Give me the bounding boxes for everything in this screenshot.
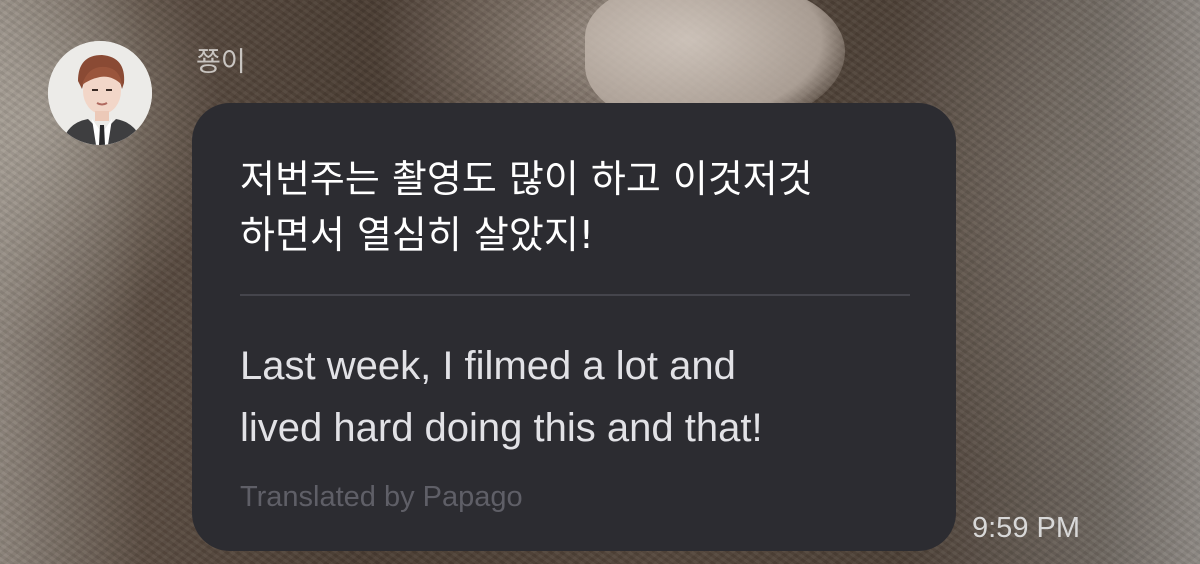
message-bubble[interactable]: 저번주는 촬영도 많이 하고 이것저것 하면서 열심히 살았지! Last we…: [192, 103, 956, 551]
translation-credit: Translated by Papago: [240, 481, 523, 513]
profile-photo-icon: [48, 41, 152, 145]
message-timestamp: 9:59 PM: [972, 512, 1080, 544]
message-original-text: 저번주는 촬영도 많이 하고 이것저것 하면서 열심히 살았지!: [240, 157, 813, 257]
sender-avatar[interactable]: [48, 41, 152, 145]
translation-divider: [240, 294, 910, 296]
sender-name: 쭁이: [196, 47, 246, 78]
message-translated-text: Last week, I filmed a lot and lived hard…: [240, 344, 763, 450]
